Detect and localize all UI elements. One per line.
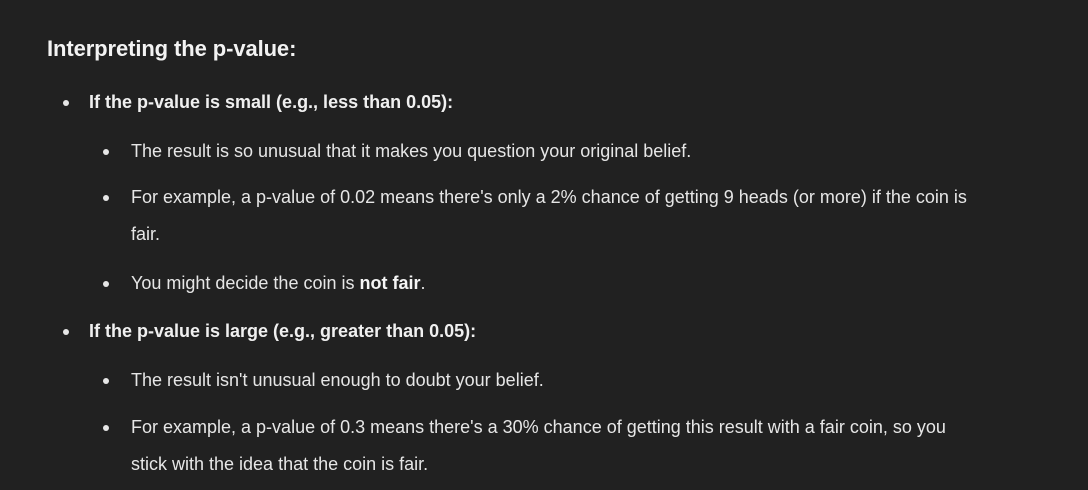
list-item: The result isn't unusual enough to doubt… xyxy=(103,362,971,399)
list-item-text-suffix: . xyxy=(420,273,426,293)
bullet-icon xyxy=(103,424,109,431)
list-item-small-pvalue: If the p-value is small (e.g., less than… xyxy=(63,84,989,121)
bullet-icon xyxy=(103,148,109,155)
document-page: Interpreting the p-value: If the p-value… xyxy=(0,0,1088,490)
list-item: The result is so unusual that it makes y… xyxy=(103,133,971,170)
bullet-icon xyxy=(63,99,69,106)
list-item-text-prefix: You might decide the coin is xyxy=(131,273,360,293)
bullet-icon xyxy=(103,280,109,287)
bullet-icon xyxy=(63,328,69,335)
list-item-text: For example, a p-value of 0.3 means ther… xyxy=(131,417,946,474)
list-item-large-pvalue: If the p-value is large (e.g., greater t… xyxy=(63,313,989,350)
list-item-text: The result is so unusual that it makes y… xyxy=(131,141,692,161)
list-item: You might decide the coin is not fair. xyxy=(103,265,971,302)
list-item-text: For example, a p-value of 0.02 means the… xyxy=(131,187,967,244)
list-item-title: If the p-value is large (e.g., greater t… xyxy=(89,321,477,341)
list-item: For example, a p-value of 0.02 means the… xyxy=(103,179,971,253)
list-item: For example, a p-value of 0.3 means ther… xyxy=(103,409,971,483)
bullet-icon xyxy=(103,194,109,201)
bullet-icon xyxy=(103,377,109,384)
list-item-title: If the p-value is small (e.g., less than… xyxy=(89,92,454,112)
section-heading: Interpreting the p-value: xyxy=(47,36,297,61)
emphasis-text: not fair xyxy=(359,273,421,293)
list-item-text: The result isn't unusual enough to doubt… xyxy=(131,370,544,390)
